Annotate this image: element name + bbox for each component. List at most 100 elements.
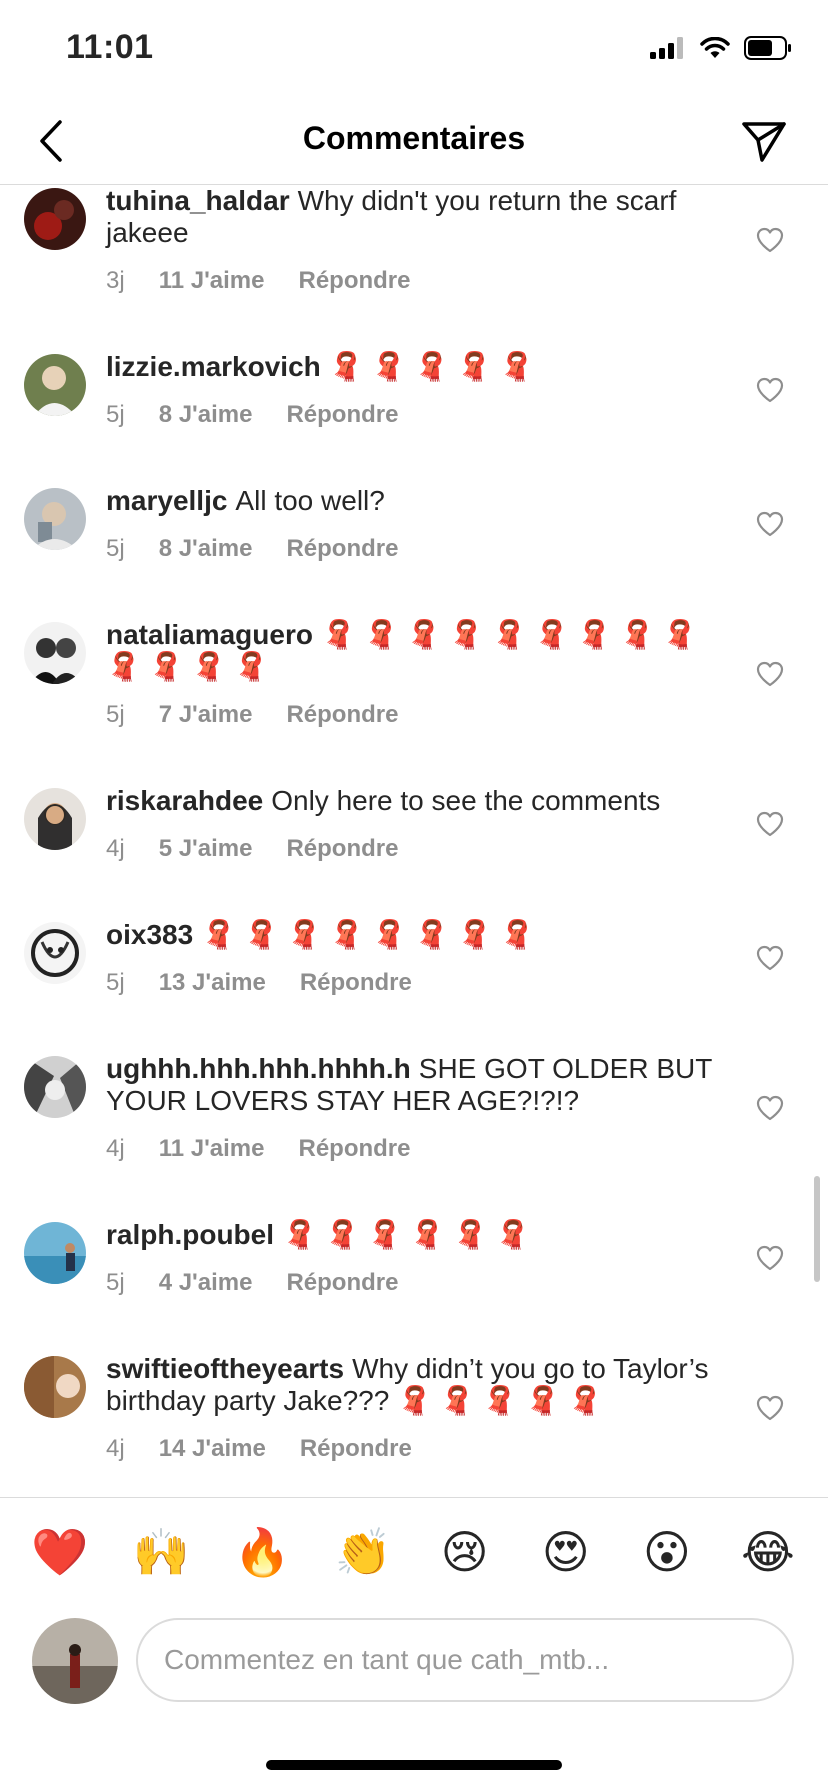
heart-icon[interactable]: [756, 811, 784, 837]
comment-username[interactable]: swiftieoftheyearts: [106, 1353, 344, 1384]
comment-likes[interactable]: 4 J'aime: [159, 1269, 253, 1297]
reply-button[interactable]: Répondre: [286, 535, 398, 563]
heart-icon[interactable]: [756, 1095, 784, 1121]
comment-age: 3j: [106, 267, 125, 294]
heart-icon[interactable]: [756, 1245, 784, 1271]
comment-username[interactable]: ughhh.hhh.hhh.hhhh.h: [106, 1053, 411, 1084]
emoji-reaction-bar: ❤️ 🙌 🔥 👏 😢 😍 😮 😂: [0, 1497, 828, 1605]
comment-meta: 5j 4 J'aime Répondre: [106, 1269, 718, 1297]
comment-meta: 5j 13 J'aime Répondre: [106, 969, 718, 997]
comment-item: tuhina_haldar Why didn't you return the s…: [0, 185, 828, 295]
comment-age: 4j: [106, 835, 125, 862]
reply-button[interactable]: Répondre: [286, 701, 398, 729]
comment-username[interactable]: nataliamaguero: [106, 619, 313, 650]
comment-text: 🧣 🧣 🧣 🧣 🧣 🧣 🧣 🧣: [201, 919, 535, 950]
reply-button[interactable]: Répondre: [286, 1269, 398, 1297]
heart-icon[interactable]: [756, 511, 784, 537]
page-title: Commentaires: [302, 120, 526, 156]
battery-icon: [744, 36, 791, 60]
comment-item: ughhh.hhh.hhh.hhhh.h SHE GOT OLDER BUT YO…: [0, 1053, 828, 1163]
comment-text: All too well?: [235, 485, 385, 516]
comment-username[interactable]: riskarahdee: [106, 785, 263, 816]
comment-age: 5j: [106, 701, 125, 728]
avatar[interactable]: [24, 622, 86, 684]
comment-meta: 4j 14 J'aime Répondre: [106, 1435, 718, 1463]
home-indicator[interactable]: [266, 1760, 562, 1770]
comment-meta: 4j 5 J'aime Répondre: [106, 835, 718, 863]
status-time: 11:01: [66, 28, 154, 66]
comment-likes[interactable]: 13 J'aime: [159, 969, 266, 997]
emoji-button-fire[interactable]: 🔥: [232, 1522, 292, 1582]
signal-icon: [650, 37, 683, 59]
reply-button[interactable]: Répondre: [300, 1435, 412, 1463]
reply-button[interactable]: Répondre: [298, 267, 410, 295]
comment-item: nataliamaguero 🧣 🧣 🧣 🧣 🧣 🧣 🧣 🧣 🧣 🧣 🧣 🧣 🧣 …: [0, 619, 828, 729]
comment-meta: 3j 11 J'aime Répondre: [106, 267, 718, 295]
reply-button[interactable]: Répondre: [298, 1135, 410, 1163]
heart-icon[interactable]: [756, 945, 784, 971]
comment-likes[interactable]: 8 J'aime: [159, 401, 253, 429]
reply-button[interactable]: Répondre: [286, 835, 398, 863]
comment-composer: [0, 1610, 828, 1720]
comment-meta: 4j 11 J'aime Répondre: [106, 1135, 718, 1163]
comment-likes[interactable]: 11 J'aime: [159, 1135, 265, 1163]
header: Commentaires: [0, 100, 828, 185]
comment-text: Only here to see the comments: [271, 785, 661, 816]
avatar[interactable]: [24, 488, 86, 550]
heart-icon[interactable]: [756, 377, 784, 403]
paper-plane-icon[interactable]: [740, 118, 788, 166]
scrollbar[interactable]: [814, 1176, 820, 1282]
comment-input-wrapper: [136, 1618, 794, 1702]
comment-likes[interactable]: 11 J'aime: [159, 267, 265, 295]
emoji-button-surprised[interactable]: 😮: [637, 1522, 697, 1582]
comment-age: 4j: [106, 1435, 125, 1462]
comment-input[interactable]: [162, 1643, 768, 1677]
comment-username[interactable]: lizzie.markovich: [106, 351, 321, 382]
emoji-button-clap[interactable]: 👏: [333, 1522, 393, 1582]
comment-item: swiftieoftheyearts Why didn’t you go to T…: [0, 1353, 828, 1463]
comment-meta: 5j 7 J'aime Répondre: [106, 701, 718, 729]
wifi-icon: [700, 37, 730, 58]
comment-item: ralph.poubel 🧣 🧣 🧣 🧣 🧣 🧣 5j 4 J'aime Répo…: [0, 1219, 828, 1297]
comment-list[interactable]: tuhina_haldar Why didn't you return the s…: [0, 185, 828, 1497]
comment-item: lizzie.markovich 🧣 🧣 🧣 🧣 🧣 5j 8 J'aime Ré…: [0, 351, 828, 429]
comment-text: 🧣 🧣 🧣 🧣 🧣: [328, 351, 535, 382]
avatar[interactable]: [24, 1056, 86, 1118]
avatar[interactable]: [24, 1222, 86, 1284]
heart-icon[interactable]: [756, 661, 784, 687]
comment-username[interactable]: ralph.poubel: [106, 1219, 274, 1250]
reply-button[interactable]: Répondre: [300, 969, 412, 997]
comment-username[interactable]: tuhina_haldar: [106, 185, 290, 216]
comment-likes[interactable]: 5 J'aime: [159, 835, 253, 863]
emoji-button-heart-eyes[interactable]: 😍: [536, 1522, 596, 1582]
comment-username[interactable]: maryelljc: [106, 485, 227, 516]
comment-age: 5j: [106, 535, 125, 562]
comment-item: maryelljc All too well? 5j 8 J'aime Répon…: [0, 485, 828, 563]
comment-likes[interactable]: 7 J'aime: [159, 701, 253, 729]
avatar[interactable]: [24, 788, 86, 850]
status-bar: 11:01: [0, 0, 828, 96]
avatar[interactable]: [24, 354, 86, 416]
emoji-button-heart[interactable]: ❤️: [30, 1522, 90, 1582]
comment-likes[interactable]: 8 J'aime: [159, 535, 253, 563]
emoji-button-crying[interactable]: 😢: [435, 1522, 495, 1582]
comment-username[interactable]: oix383: [106, 919, 193, 950]
comment-likes[interactable]: 14 J'aime: [159, 1435, 266, 1463]
emoji-button-raised-hands[interactable]: 🙌: [131, 1522, 191, 1582]
avatar[interactable]: [24, 922, 86, 984]
my-avatar: [32, 1618, 118, 1704]
status-icons: [650, 36, 792, 60]
comment-meta: 5j 8 J'aime Répondre: [106, 535, 718, 563]
emoji-button-laughing[interactable]: 😂: [738, 1522, 798, 1582]
comment-age: 5j: [106, 401, 125, 428]
heart-icon[interactable]: [756, 227, 784, 253]
comment-age: 5j: [106, 969, 125, 996]
heart-icon[interactable]: [756, 1395, 784, 1421]
avatar[interactable]: [24, 1356, 86, 1418]
comment-meta: 5j 8 J'aime Répondre: [106, 401, 718, 429]
reply-button[interactable]: Répondre: [286, 401, 398, 429]
comment-text: 🧣 🧣 🧣 🧣 🧣 🧣: [282, 1219, 531, 1250]
comment-age: 4j: [106, 1135, 125, 1162]
comment-age: 5j: [106, 1269, 125, 1296]
avatar[interactable]: [24, 188, 86, 250]
